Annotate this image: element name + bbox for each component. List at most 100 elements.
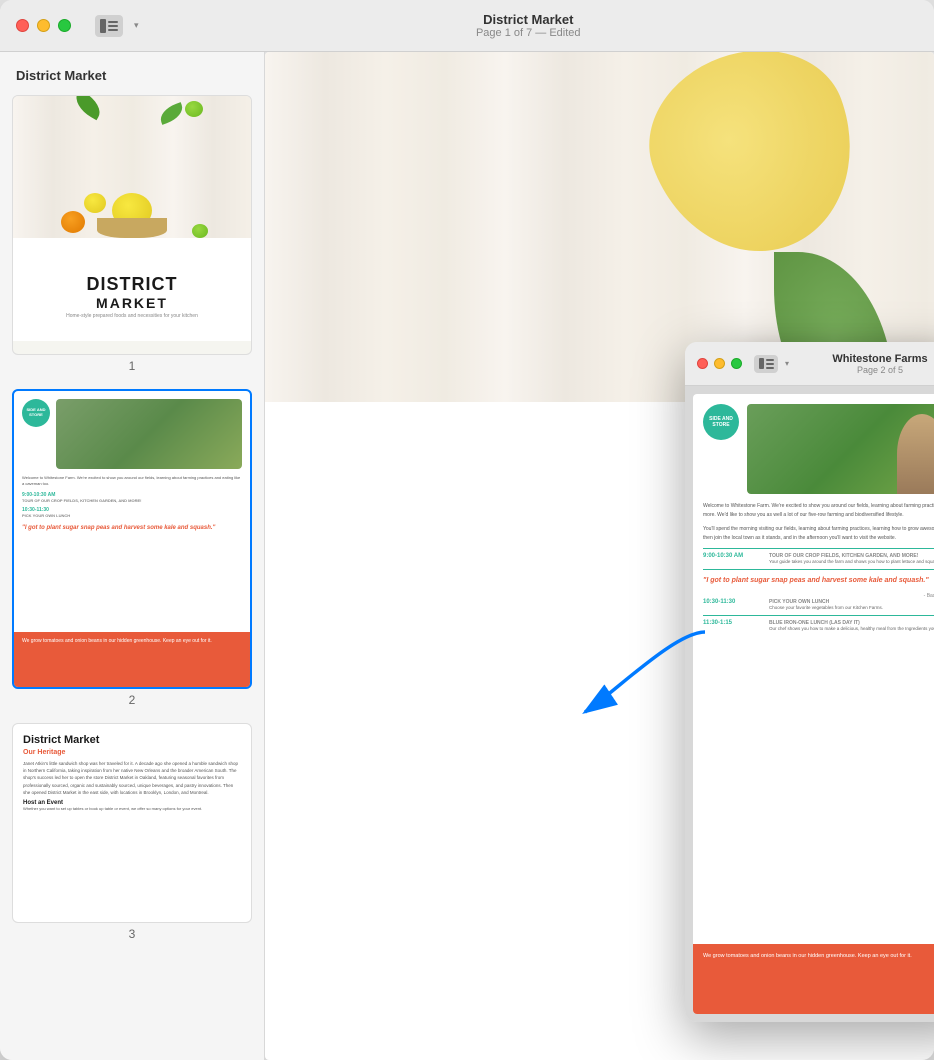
basket-decoration bbox=[97, 218, 167, 238]
view-toggle-button[interactable] bbox=[95, 15, 123, 37]
title-bar: ▾ District Market Page 1 of 7 — Edited bbox=[0, 0, 934, 52]
secondary-content: SIDE ANDSTORE Welcome to Whitestone Farm… bbox=[685, 386, 934, 1022]
lemon-sm-decoration bbox=[84, 193, 106, 213]
ws-divider-1 bbox=[703, 548, 934, 549]
thumbnail-number-2: 2 bbox=[12, 693, 252, 707]
thumb2-photo bbox=[56, 399, 242, 469]
thumb2-event-1: TOUR OF OUR CROP FIELDS, KITCHEN GARDEN,… bbox=[22, 498, 242, 503]
main-content-area: ▾ Whitestone Far Page 2 of 5 PICK YOUROW… bbox=[265, 52, 934, 1060]
lime2-decoration bbox=[192, 224, 208, 238]
thumbnail-number-1: 1 bbox=[12, 359, 252, 373]
sidebar-title: District Market bbox=[12, 68, 252, 83]
cover-title-district: DISTRICT bbox=[87, 274, 178, 295]
window-controls: ▾ bbox=[16, 15, 139, 37]
ws-schedule-left-2: 10:30-11:30 bbox=[703, 599, 763, 610]
secondary-traffic-lights bbox=[697, 358, 742, 369]
view-icon-panel bbox=[100, 19, 106, 33]
view-icon-line bbox=[108, 21, 118, 23]
main-window: ▾ District Market Page 1 of 7 — Edited D… bbox=[0, 0, 934, 1060]
cover-title-market: MARKET bbox=[96, 295, 168, 311]
document-subtitle: Page 1 of 7 — Edited bbox=[476, 27, 581, 39]
thumbnail-number-3: 3 bbox=[12, 927, 252, 941]
secondary-title-bar: ▾ Whitestone Farms Page 2 of 5 bbox=[685, 342, 934, 386]
secondary-title-text: Whitestone Farms bbox=[832, 353, 927, 365]
sec-close-button[interactable] bbox=[697, 358, 708, 369]
leaf-decoration bbox=[70, 95, 105, 120]
thumbnail-img-3: District Market Our Heritage Janet Atkin… bbox=[12, 723, 252, 923]
ws-divider-3 bbox=[703, 615, 934, 616]
title-bar-center: District Market Page 1 of 7 — Edited bbox=[139, 12, 918, 39]
thumb2-quote: "I got to plant sugar snap peas and harv… bbox=[22, 524, 242, 532]
thumb3-body: Janet Atkin's little sandwich shop was h… bbox=[23, 760, 241, 796]
orange-decoration bbox=[61, 211, 85, 233]
view-icon bbox=[100, 19, 118, 33]
thumb2-welcome-text: Welcome to Whitestone Farm. We're excite… bbox=[22, 475, 242, 488]
ws-time-2: 10:30-11:30 bbox=[703, 599, 763, 605]
sec-maximize-button[interactable] bbox=[731, 358, 742, 369]
ws-schedule-row-3: 11:30-1:15 BLUE IRON-ONE LUNCH (LAS DAY … bbox=[703, 620, 934, 631]
secondary-subtitle-text: Page 2 of 5 bbox=[857, 365, 903, 375]
maximize-button[interactable] bbox=[58, 19, 71, 32]
ws-divider-2 bbox=[703, 569, 934, 570]
ws-schedule-row-1: 9:00-10:30 AM TOUR OF OUR CROP FIELDS, K… bbox=[703, 553, 934, 564]
thumbnail-img-2: SIDE ANDSTORE Welcome to Whitestone Farm… bbox=[12, 389, 252, 689]
secondary-view-line-3 bbox=[766, 367, 774, 369]
ws-morning-text: You'll spend the morning visiting our fi… bbox=[703, 525, 934, 542]
thumbnail-2[interactable]: SIDE ANDSTORE Welcome to Whitestone Farm… bbox=[12, 389, 252, 707]
ws-header: SIDE ANDSTORE bbox=[703, 404, 934, 494]
ws-event-desc-3: Our chef shows you how to make a delicio… bbox=[769, 626, 934, 631]
document-title: District Market bbox=[483, 12, 573, 27]
ws-footer-text: We grow tomatoes and onion beans in our … bbox=[703, 952, 934, 961]
secondary-view-rect bbox=[759, 358, 764, 369]
thumb2-footer-text: We grow tomatoes and onion beans in our … bbox=[22, 638, 242, 646]
secondary-view-line-2 bbox=[766, 363, 774, 365]
traffic-lights bbox=[16, 19, 71, 32]
secondary-view-lines bbox=[766, 359, 774, 369]
leaf-decoration-2 bbox=[158, 102, 187, 125]
secondary-view-icon bbox=[759, 358, 774, 369]
thumb3-subtitle: Our Heritage bbox=[23, 749, 241, 756]
ws-quote: "I got to plant sugar snap peas and harv… bbox=[703, 576, 934, 587]
ws-time-3: 11:30-1:15 bbox=[703, 620, 763, 626]
secondary-view-line bbox=[766, 359, 774, 361]
ws-schedule-row-2: 10:30-11:30 PICK YOUR OWN LUNCH Choose y… bbox=[703, 599, 934, 610]
thumbnail-3[interactable]: District Market Our Heritage Janet Atkin… bbox=[12, 723, 252, 941]
ws-welcome-text: Welcome to Whitestone Farm. We're excite… bbox=[703, 502, 934, 519]
ws-page-inner: SIDE ANDSTORE Welcome to Whitestone Farm… bbox=[693, 394, 934, 1014]
ws-time-1: 9:00-10:30 AM bbox=[703, 553, 763, 559]
ws-event-info-3: BLUE IRON-ONE LUNCH (LAS DAY IT) Our che… bbox=[769, 620, 934, 631]
thumb2-badge: SIDE ANDSTORE bbox=[22, 399, 50, 427]
thumbnail-1[interactable]: DISTRICT MARKET Home-style prepared food… bbox=[12, 95, 252, 373]
thumbnail-img-1: DISTRICT MARKET Home-style prepared food… bbox=[12, 95, 252, 355]
thumb2-event-2: PICK YOUR OWN LUNCH bbox=[22, 513, 242, 518]
cover-tagline: Home-style prepared foods and necessitie… bbox=[66, 313, 198, 319]
ws-badge-text: SIDE ANDSTORE bbox=[709, 416, 733, 429]
view-icon-lines bbox=[108, 21, 118, 31]
thumb2-footer: We grow tomatoes and onion beans in our … bbox=[14, 632, 250, 687]
ws-badge: SIDE ANDSTORE bbox=[703, 404, 739, 440]
secondary-chevron-icon[interactable]: ▾ bbox=[785, 359, 789, 368]
ws-farm-photo bbox=[747, 404, 934, 494]
ws-event-desc-2: Choose your favorite vegetables from our… bbox=[769, 605, 934, 610]
view-icon-line bbox=[108, 29, 118, 31]
thumb2-header: SIDE ANDSTORE bbox=[22, 399, 242, 469]
secondary-title-center: Whitestone Farms Page 2 of 5 bbox=[797, 353, 934, 375]
ws-event-info-1: TOUR OF OUR CROP FIELDS, KITCHEN GARDEN,… bbox=[769, 553, 934, 564]
whitestone-page: SIDE ANDSTORE Welcome to Whitestone Farm… bbox=[693, 394, 934, 1014]
minimize-button[interactable] bbox=[37, 19, 50, 32]
close-button[interactable] bbox=[16, 19, 29, 32]
lime-decoration bbox=[185, 101, 203, 117]
ws-person-silhouette bbox=[897, 414, 934, 494]
view-icon-line bbox=[108, 25, 118, 27]
ws-footer: We grow tomatoes and onion beans in our … bbox=[693, 944, 934, 1014]
secondary-view-controls: ▾ bbox=[754, 355, 789, 373]
secondary-view-toggle[interactable] bbox=[754, 355, 778, 373]
cover-text-area: DISTRICT MARKET Home-style prepared food… bbox=[13, 238, 251, 341]
ws-event-info-2: PICK YOUR OWN LUNCH Choose your favorite… bbox=[769, 599, 934, 610]
ws-schedule-left-1: 9:00-10:30 AM bbox=[703, 553, 763, 564]
thumb2-schedule-1: 9:00-10:30 AM TOUR OF OUR CROP FIELDS, K… bbox=[22, 492, 242, 503]
ws-event-desc-1: Your guide takes you around the farm and… bbox=[769, 559, 934, 564]
sec-minimize-button[interactable] bbox=[714, 358, 725, 369]
thumb3-event-text: Whether you want to set up tables or boo… bbox=[23, 806, 241, 812]
sidebar: District Market DISTRICT MARKET bbox=[0, 52, 265, 1060]
